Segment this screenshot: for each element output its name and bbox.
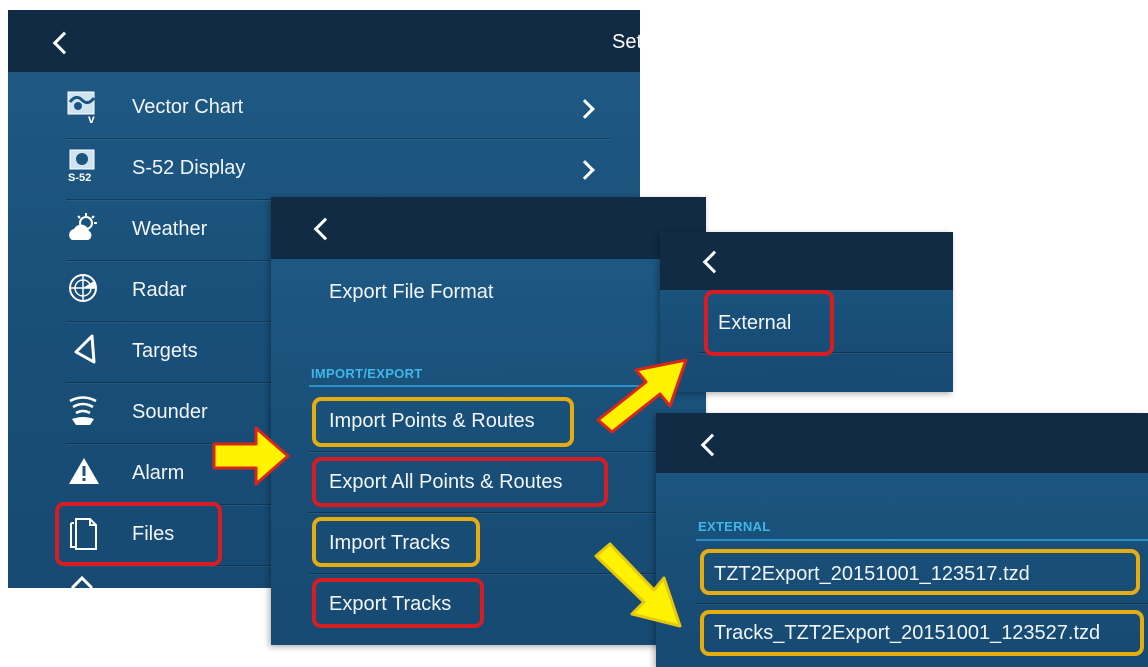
import-tracks-highlight (312, 517, 480, 567)
settings-item-label: Vector Chart (132, 96, 244, 118)
settings-item-vector-chart[interactable]: v Vector Chart (66, 78, 610, 139)
settings-item-label: Radar (132, 279, 187, 301)
settings-title: Set (612, 31, 640, 53)
settings-item-label: Sounder (132, 401, 208, 423)
radar-icon (69, 274, 97, 302)
arrow-right-icon (212, 426, 290, 486)
chevron-right-icon (575, 99, 595, 119)
alarm-icon (69, 458, 99, 484)
settings-item-label: Weather (132, 218, 208, 240)
back-icon[interactable] (313, 217, 337, 241)
tzt2-export-file-highlight (700, 549, 1140, 595)
more-items-icon (70, 575, 94, 588)
svg-text:S-52: S-52 (68, 172, 91, 183)
sounder-icon (69, 396, 97, 425)
import-export-section-title: IMPORT/EXPORT (311, 366, 423, 381)
back-icon[interactable] (702, 250, 726, 274)
export-all-points-routes-highlight (312, 457, 608, 507)
targets-icon (74, 334, 96, 364)
files-header (271, 197, 706, 259)
files-highlight (55, 502, 222, 566)
vector-chart-icon: v (67, 91, 96, 124)
external-highlight (704, 290, 834, 356)
export-file-format-label: Export File Format (329, 281, 494, 303)
section-divider (696, 539, 1148, 541)
settings-item-s52-display[interactable]: S-52 S-52 Display (66, 139, 610, 200)
settings-header (8, 10, 640, 72)
destination-header (660, 232, 953, 290)
s52-display-icon: S-52 (68, 149, 95, 183)
back-icon[interactable] (700, 433, 724, 457)
external-header (656, 413, 1148, 473)
export-file-format-row[interactable]: Export File Format (309, 259, 706, 321)
export-tracks-highlight (312, 578, 484, 628)
external-section-title: EXTERNAL (698, 519, 771, 534)
weather-icon (69, 213, 97, 240)
svg-text:v: v (88, 112, 95, 124)
chevron-right-icon (575, 160, 595, 180)
settings-item-label: S-52 Display (132, 157, 246, 179)
tracks-export-file-highlight (700, 610, 1144, 656)
import-points-routes-highlight (312, 397, 574, 447)
settings-item-label: Alarm (132, 462, 185, 484)
settings-item-label: Targets (132, 340, 198, 362)
back-icon[interactable] (52, 31, 76, 55)
arrow-down-right-icon (594, 542, 682, 628)
arrow-up-right-icon (596, 358, 688, 434)
